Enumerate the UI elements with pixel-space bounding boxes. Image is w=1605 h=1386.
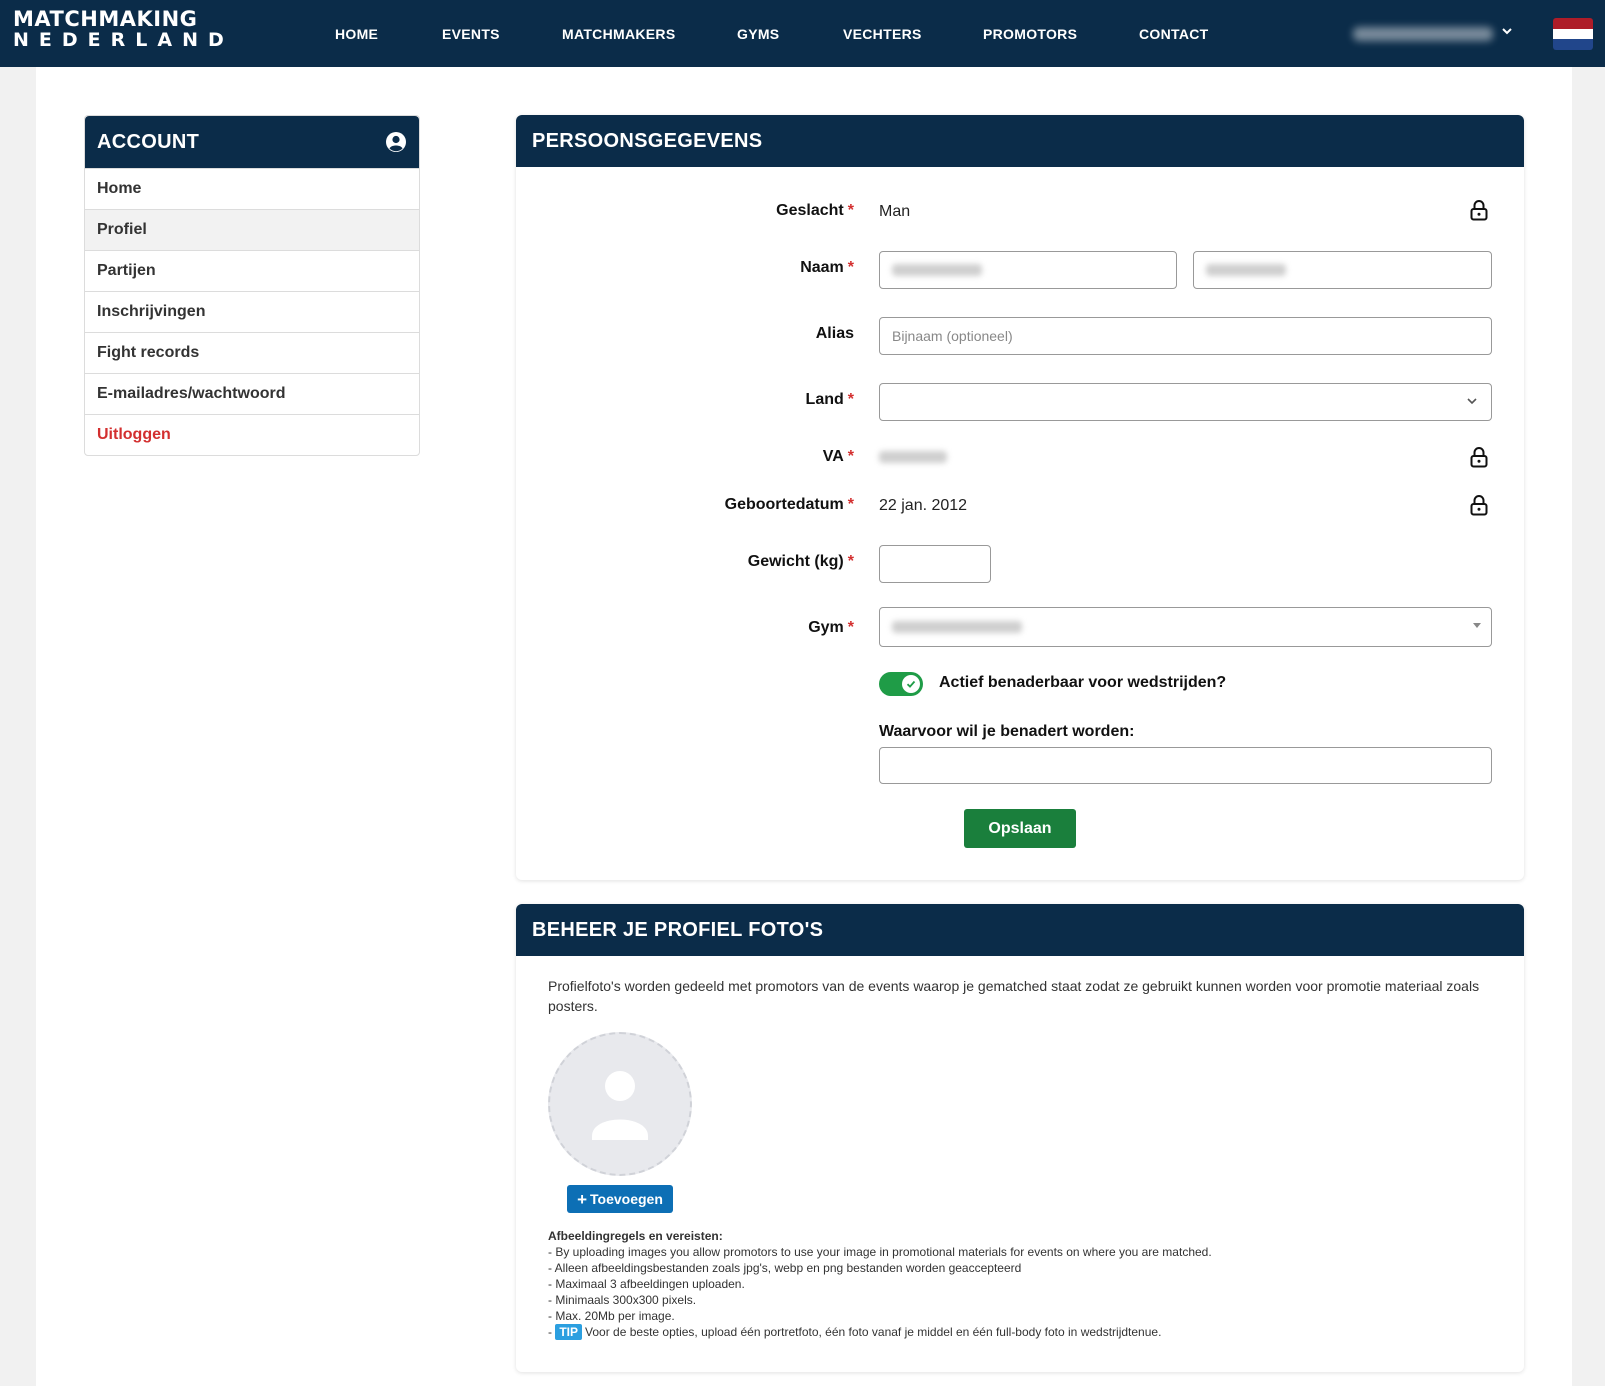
birthdate-value: 22 jan. 2012	[879, 497, 968, 514]
rule-item: - Maximaal 3 afbeeldingen uploaden.	[548, 1277, 745, 1291]
account-sidebar: ACCOUNT Home Profiel Partijen Inschrijvi…	[84, 115, 420, 456]
sidebar-item-profiel[interactable]: Profiel	[85, 209, 419, 250]
first-name-input[interactable]	[879, 251, 1177, 289]
avatar-placeholder[interactable]	[548, 1032, 692, 1176]
va-label: VA *	[822, 448, 854, 465]
tip-badge: TIP	[555, 1324, 583, 1340]
gender-label: Geslacht *	[776, 202, 854, 219]
va-value-redacted	[879, 451, 947, 463]
brand-line-2: NEDERLAND	[13, 29, 234, 51]
chevron-down-icon	[1501, 24, 1513, 40]
rule-item: - Max. 20Mb per image.	[548, 1309, 675, 1323]
country-label: Land *	[805, 391, 854, 408]
brand-logo[interactable]: MATCHMAKING NEDERLAND	[13, 9, 234, 50]
image-rules: Afbeeldingregels en vereisten: - By uplo…	[548, 1228, 1212, 1340]
top-navbar: MATCHMAKING NEDERLAND HOME EVENTS MATCHM…	[0, 0, 1605, 67]
tip-prefix: -	[548, 1325, 552, 1339]
purpose-input[interactable]	[879, 747, 1492, 784]
tip-text: Voor de beste opties, upload één portret…	[585, 1325, 1162, 1339]
nav-promotors[interactable]: PROMOTORS	[983, 26, 1077, 42]
sidebar-item-inschrijvingen[interactable]: Inschrijvingen	[85, 291, 419, 332]
nav-gyms[interactable]: GYMS	[737, 26, 779, 42]
alias-label: Alias	[815, 325, 854, 342]
name-label: Naam *	[800, 259, 854, 276]
user-menu[interactable]	[1353, 24, 1512, 44]
caret-down-icon	[1473, 623, 1481, 628]
rule-item: - Alleen afbeeldingsbestanden zoals jpg'…	[548, 1261, 1022, 1275]
rule-tip: - TIP Voor de beste opties, upload één po…	[548, 1324, 1212, 1340]
brand-line-1: MATCHMAKING	[13, 7, 198, 31]
save-button[interactable]: Opslaan	[964, 809, 1076, 848]
sidebar-item-home[interactable]: Home	[85, 168, 419, 209]
user-circle-icon	[386, 132, 406, 152]
last-name-redacted	[1206, 264, 1286, 276]
flag-nl-icon[interactable]	[1553, 18, 1593, 50]
weight-label: Gewicht (kg) *	[747, 553, 854, 570]
add-photo-label: Toevoegen	[590, 1191, 663, 1207]
rule-item: - Minimaals 300x300 pixels.	[548, 1293, 697, 1307]
lock-icon	[1470, 447, 1488, 468]
sidebar-header: ACCOUNT	[85, 116, 419, 168]
user-silhouette-icon	[592, 1071, 648, 1140]
rule-item: - By uploading images you allow promotor…	[548, 1245, 1212, 1259]
plus-icon: +	[577, 1189, 588, 1209]
gym-select[interactable]	[879, 607, 1492, 647]
nav-matchmakers[interactable]: MATCHMAKERS	[562, 26, 675, 42]
lock-icon	[1470, 200, 1488, 221]
nav-contact[interactable]: CONTACT	[1139, 26, 1209, 42]
sidebar-item-logout[interactable]: Uitloggen	[85, 414, 419, 455]
check-icon	[902, 675, 920, 693]
last-name-input[interactable]	[1193, 251, 1492, 289]
nav-vechters[interactable]: VECHTERS	[843, 26, 922, 42]
birthdate-label: Geboortedatum *	[724, 496, 854, 513]
sidebar-item-email-password[interactable]: E-mailadres/wachtwoord	[85, 373, 419, 414]
gym-label: Gym *	[808, 619, 854, 636]
country-select[interactable]	[879, 383, 1492, 421]
personal-details-title: PERSOONSGEGEVENS	[516, 115, 1524, 167]
add-photo-button[interactable]: + Toevoegen	[567, 1185, 673, 1213]
active-label: Actief benaderbaar voor wedstrijden?	[939, 674, 1227, 691]
chevron-down-icon	[1467, 398, 1477, 405]
sidebar-item-partijen[interactable]: Partijen	[85, 250, 419, 291]
first-name-redacted	[892, 264, 982, 276]
sidebar-title: ACCOUNT	[97, 130, 200, 153]
lock-icon	[1470, 495, 1488, 516]
purpose-label: Waarvoor wil je benadert worden:	[879, 723, 1135, 740]
active-toggle[interactable]	[879, 672, 923, 696]
sidebar-item-fight-records[interactable]: Fight records	[85, 332, 419, 373]
alias-input[interactable]: Bijnaam (optioneel)	[879, 317, 1492, 355]
nav-events[interactable]: EVENTS	[442, 26, 500, 42]
rules-title: Afbeeldingregels en vereisten:	[548, 1229, 723, 1243]
photos-description: Profielfoto's worden gedeeld met promoto…	[548, 978, 1480, 1014]
weight-input[interactable]	[879, 545, 991, 583]
nav-home[interactable]: HOME	[335, 26, 378, 42]
user-name-redacted	[1353, 27, 1493, 41]
gym-value-redacted	[892, 621, 1022, 633]
profile-photos-title: BEHEER JE PROFIEL FOTO'S	[516, 904, 1524, 956]
gender-value: Man	[879, 203, 911, 220]
